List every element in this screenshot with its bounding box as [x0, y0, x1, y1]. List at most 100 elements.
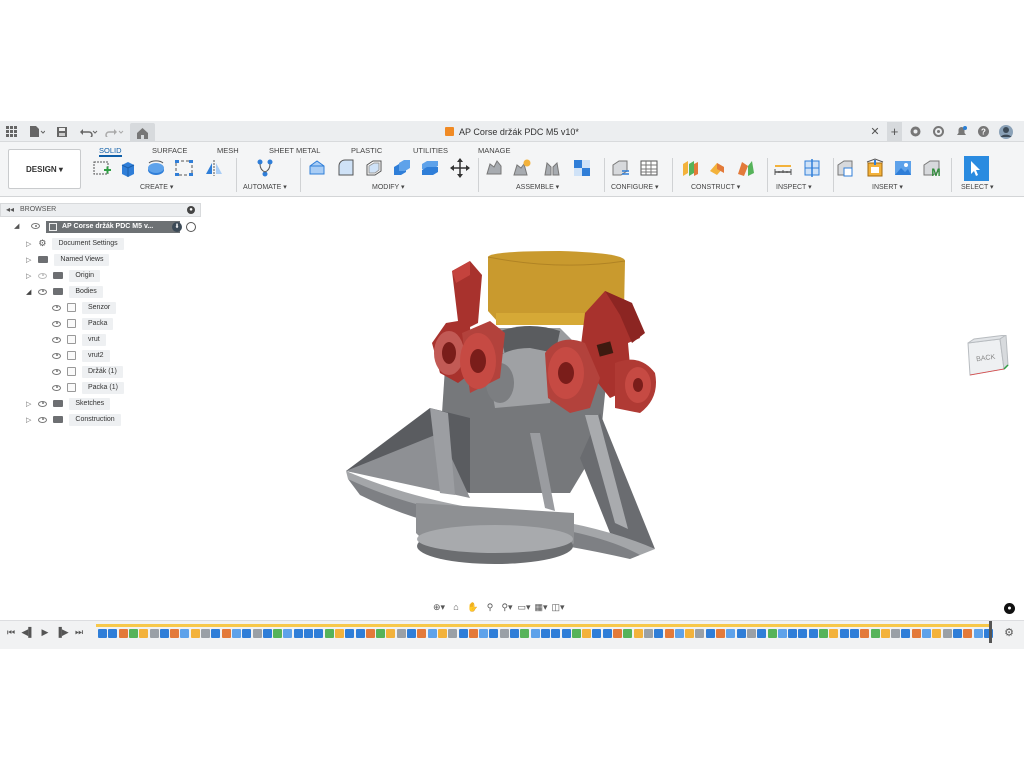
browser-item-bodies[interactable]: ◢ Bodies — [26, 285, 103, 298]
select-group-label[interactable]: SELECT ▾ — [961, 183, 994, 191]
timeline-feature-icon[interactable] — [386, 629, 396, 638]
timeline-feature-icon[interactable] — [716, 629, 725, 638]
insert-group-label[interactable]: INSERT ▾ — [872, 183, 903, 191]
as-built-joint-icon[interactable] — [542, 158, 562, 178]
timeline-feature-icon[interactable] — [448, 629, 458, 638]
viewcube[interactable]: BACK — [960, 335, 1010, 379]
browser-item-body[interactable]: Senzor — [52, 301, 117, 314]
workspace-switcher-button[interactable]: DESIGN ▾ — [8, 149, 81, 189]
browser-item-body[interactable]: Držák (1) — [52, 365, 123, 378]
combine-icon[interactable] — [392, 158, 412, 178]
display-settings-icon[interactable]: ▭▾ — [517, 601, 531, 613]
notifications-icon[interactable] — [954, 124, 968, 139]
timeline-feature-icon[interactable] — [427, 629, 437, 638]
timeline-feature-icon[interactable] — [407, 629, 416, 638]
save-icon[interactable] — [56, 124, 68, 139]
insert-mesh-icon[interactable]: M — [922, 158, 942, 178]
timeline-feature-icon[interactable] — [654, 629, 664, 638]
configure-group-label[interactable]: CONFIGURE ▾ — [611, 183, 658, 191]
insert-derive-icon[interactable] — [835, 158, 855, 178]
create-group-label[interactable]: CREATE ▾ — [140, 183, 173, 191]
timeline-feature-icon[interactable] — [293, 629, 303, 638]
timeline-feature-icon[interactable] — [283, 629, 293, 638]
timeline-feature-icon[interactable] — [396, 629, 406, 638]
create-sketch-icon[interactable] — [92, 158, 112, 178]
timeline-feature-icon[interactable] — [355, 629, 365, 638]
timeline-feature-icon[interactable] — [180, 629, 190, 638]
timeline-feature-icon[interactable] — [520, 629, 530, 638]
shell-icon[interactable] — [364, 158, 384, 178]
timeline-feature-icon[interactable] — [767, 629, 777, 638]
timeline-feature-icon[interactable] — [623, 629, 633, 638]
insert-mcmaster-icon[interactable] — [865, 158, 885, 178]
timeline-feature-icon[interactable] — [376, 629, 386, 638]
timeline-feature-icon[interactable] — [479, 629, 489, 638]
collapse-browser-icon[interactable]: ◂◂ — [6, 205, 14, 214]
timeline-feature-icon[interactable] — [880, 629, 890, 638]
timeline-feature-icon[interactable] — [324, 629, 334, 638]
browser-item-origin[interactable]: ▷ Origin — [26, 269, 101, 282]
timeline-marker[interactable] — [989, 621, 992, 643]
measure-icon[interactable] — [773, 158, 793, 178]
modify-group-label[interactable]: MODIFY ▾ — [372, 183, 405, 191]
expand-caret-icon[interactable]: ▷ — [26, 256, 31, 264]
play-icon[interactable]: ▶ — [39, 625, 51, 639]
app-grid-icon[interactable] — [4, 124, 18, 139]
new-tab-icon[interactable]: + — [887, 122, 902, 141]
assemble-group-label[interactable]: ASSEMBLE ▾ — [516, 183, 559, 191]
timeline-feature-icon[interactable] — [242, 629, 252, 638]
expand-caret-icon[interactable]: ▷ — [26, 272, 31, 280]
midplane-icon[interactable] — [736, 158, 756, 178]
timeline-feature-icon[interactable] — [685, 629, 695, 638]
job-status-icon[interactable] — [931, 124, 945, 139]
press-pull-icon[interactable] — [307, 158, 327, 178]
browser-item-body[interactable]: vrut2 — [52, 349, 110, 362]
fit-icon[interactable]: ⚲▾ — [500, 601, 514, 613]
timeline-feature-icon[interactable] — [499, 629, 509, 638]
timeline-feature-icon[interactable] — [695, 629, 705, 638]
zoom-icon[interactable]: ⚲ — [483, 601, 497, 613]
visibility-eye-icon[interactable] — [38, 416, 48, 423]
user-avatar[interactable] — [998, 124, 1014, 139]
automate-group-label[interactable]: AUTOMATE ▾ — [243, 183, 287, 191]
revolve-icon[interactable] — [146, 158, 166, 178]
pan-icon[interactable]: ✋ — [466, 601, 480, 613]
timeline-feature-icon[interactable] — [952, 629, 962, 638]
extrude-icon[interactable] — [118, 158, 138, 178]
browser-item-body[interactable]: Packa (1) — [52, 381, 124, 394]
visibility-eye-icon[interactable] — [38, 272, 48, 279]
configuration-table-icon[interactable] — [639, 158, 659, 178]
browser-item-sketches[interactable]: ▷ Sketches — [26, 397, 111, 410]
timeline-feature-icon[interactable] — [334, 629, 344, 638]
visibility-eye-icon[interactable] — [52, 384, 61, 391]
joint-icon[interactable] — [512, 158, 532, 178]
timeline-feature-icon[interactable] — [108, 629, 118, 638]
timeline-settings-icon[interactable]: ⚙ — [1003, 625, 1015, 639]
timeline-feature-icon[interactable] — [839, 629, 849, 638]
timeline-feature-icon[interactable] — [891, 629, 901, 638]
offset-plane-icon[interactable] — [680, 158, 700, 178]
timeline-feature-icon[interactable] — [664, 629, 674, 638]
timeline-feature-icon[interactable] — [788, 629, 798, 638]
visibility-eye-icon[interactable] — [52, 304, 61, 311]
timeline-feature-icon[interactable] — [530, 629, 540, 638]
timeline-feature-icon[interactable] — [98, 629, 107, 638]
timeline-feature-icon[interactable] — [582, 629, 592, 638]
viewports-icon[interactable]: ◫▾ — [551, 601, 565, 613]
timeline-feature-icon[interactable] — [561, 629, 571, 638]
timeline-feature-icon[interactable] — [922, 629, 931, 638]
rectangle-pattern-icon[interactable] — [174, 158, 194, 178]
timeline-feature-icon[interactable] — [757, 629, 767, 638]
timeline-feature-icon[interactable] — [736, 629, 746, 638]
expand-caret-icon[interactable]: ▷ — [26, 416, 31, 424]
timeline-feature-icon[interactable] — [489, 629, 499, 638]
timeline-feature-icon[interactable] — [118, 629, 128, 638]
plane-at-angle-icon[interactable] — [708, 158, 728, 178]
timeline-feature-icon[interactable] — [540, 629, 550, 638]
timeline-feature-icon[interactable] — [592, 629, 602, 638]
timeline-feature-icon[interactable] — [468, 629, 478, 638]
comments-icon[interactable]: ● — [1004, 603, 1015, 614]
timeline-feature-icon[interactable] — [746, 629, 756, 638]
timeline-feature-icon[interactable] — [870, 629, 880, 638]
select-icon[interactable] — [964, 156, 989, 181]
